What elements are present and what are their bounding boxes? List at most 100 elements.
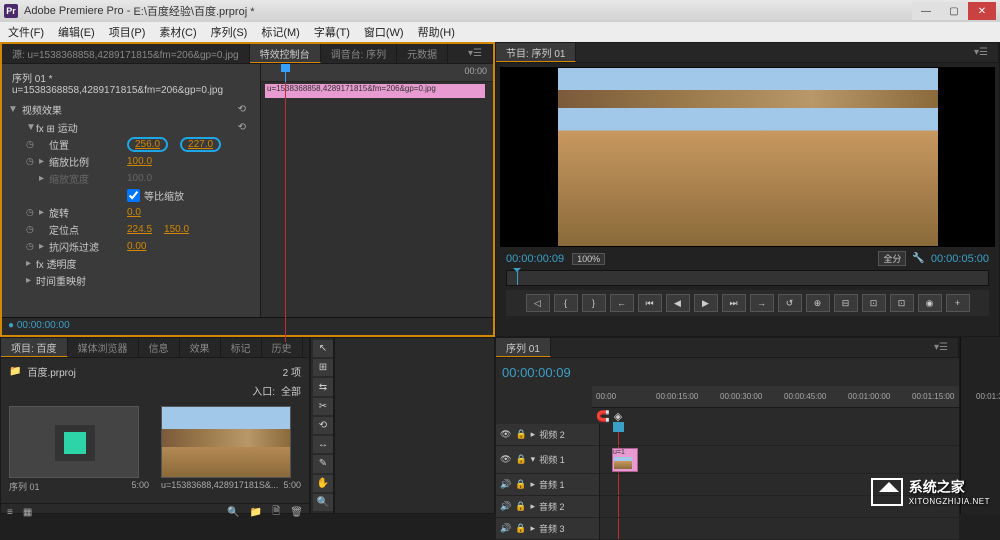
track-audio1-header[interactable]: 🔊🔒▸音频 1	[496, 474, 599, 496]
effect-tl-end: 00:00	[464, 66, 487, 76]
tab-history[interactable]: 历史	[262, 338, 303, 357]
new-bin-icon[interactable]: 📁	[250, 507, 262, 518]
menu-marker[interactable]: 标记(M)	[261, 24, 300, 40]
extract-button[interactable]: ⊟	[834, 294, 858, 312]
track-video2-header[interactable]: 👁🔒▸视频 2	[496, 424, 599, 446]
menu-clip[interactable]: 素材(C)	[159, 24, 196, 40]
intro-filter[interactable]: 全部	[281, 383, 301, 398]
tab-source[interactable]: 源: u=1538368858,4289171815&fm=206&gp=0.j…	[2, 44, 250, 63]
tab-project[interactable]: 项目: 百度	[1, 338, 68, 357]
track-audio3-header[interactable]: 🔊🔒▸音频 3	[496, 518, 599, 540]
track-select-tool[interactable]: ⊞	[313, 359, 333, 376]
tool-strip: ↖ ⊞ ⇆ ✂ ⟲ ↔ ✎ ✋ 🔍	[310, 337, 334, 514]
marker-icon[interactable]: ◈	[614, 410, 622, 422]
position-x[interactable]: 256.0	[127, 137, 168, 152]
reset-icon[interactable]: ⟲	[238, 122, 246, 133]
menu-file[interactable]: 文件(F)	[8, 24, 44, 40]
menu-project[interactable]: 项目(P)	[109, 24, 146, 40]
slip-tool[interactable]: ⟲	[313, 417, 333, 434]
trash-icon[interactable]: 🗑	[290, 507, 303, 518]
track-video2-lane[interactable]	[600, 424, 959, 446]
maximize-button[interactable]: ▢	[940, 2, 968, 20]
new-item-icon[interactable]: 🗎	[272, 504, 280, 521]
timeline-timecode[interactable]: 00:00:00:09	[502, 365, 571, 380]
program-video-display[interactable]	[500, 67, 995, 247]
close-button[interactable]: ✕	[968, 2, 996, 20]
track-audio2-header[interactable]: 🔊🔒▸音频 2	[496, 496, 599, 518]
go-to-in-button[interactable]: }	[582, 294, 606, 312]
settings-icon[interactable]: 🔧	[912, 253, 924, 264]
snapshot-button[interactable]: ◉	[918, 294, 942, 312]
position-y[interactable]: 227.0	[180, 137, 221, 152]
menu-help[interactable]: 帮助(H)	[418, 24, 455, 40]
reset-icon[interactable]: ⟲	[238, 104, 246, 115]
zoom-tool[interactable]: 🔍	[313, 494, 333, 511]
fit-dropdown[interactable]: 全分	[878, 251, 906, 266]
bin-item-image[interactable]: u=15383688,428917181S&...5:00	[161, 406, 301, 493]
tab-info[interactable]: 信息	[139, 338, 180, 357]
tab-audio-mixer[interactable]: 调音台: 序列	[321, 44, 398, 63]
icon-view-icon[interactable]: ▦	[23, 507, 32, 518]
timeline-clip[interactable]: u=1	[612, 448, 638, 472]
find-icon[interactable]: 🔍	[227, 507, 239, 518]
export-frame-button[interactable]: ⊡	[862, 294, 886, 312]
tab-effect-controls[interactable]: 特效控制台	[250, 44, 321, 63]
flicker-value[interactable]: 0.00	[127, 241, 146, 252]
menu-title[interactable]: 字幕(T)	[314, 24, 350, 40]
tab-markers[interactable]: 标记	[221, 338, 262, 357]
selection-tool[interactable]: ↖	[313, 340, 333, 357]
snap-icon[interactable]: 🧲	[596, 410, 610, 422]
next-button[interactable]: ⏭	[722, 294, 746, 312]
uniform-scale-checkbox[interactable]	[127, 189, 140, 202]
slide-tool[interactable]: ↔	[313, 436, 333, 453]
track-video1-lane[interactable]: u=1	[600, 446, 959, 474]
scale-value[interactable]: 100.0	[127, 156, 152, 167]
timeline-ruler[interactable]: 00:00 00:00:15:00 00:00:30:00 00:00:45:0…	[592, 386, 959, 408]
hand-tool[interactable]: ✋	[313, 475, 333, 492]
step-fwd-button[interactable]: →	[750, 294, 774, 312]
track-audio3-lane[interactable]	[600, 518, 959, 540]
razor-tool[interactable]: ✂	[313, 398, 333, 415]
list-view-icon[interactable]: ≡	[7, 507, 13, 518]
zoom-dropdown[interactable]: 100%	[572, 253, 605, 265]
tab-program[interactable]: 节目: 序列 01	[496, 43, 576, 62]
section-video-effects[interactable]: 视频效果	[22, 102, 62, 117]
tab-sequence[interactable]: 序列 01	[496, 338, 551, 357]
tab-media-browser[interactable]: 媒体浏览器	[68, 338, 139, 357]
fx-opacity[interactable]: 透明度	[47, 260, 77, 271]
program-timecode-current[interactable]: 00:00:00:09	[506, 253, 564, 265]
project-panel: 项目: 百度 媒体浏览器 信息 效果 标记 历史 📁 百度.prproj 2 项…	[0, 337, 310, 514]
loop-button[interactable]: ↺	[778, 294, 802, 312]
minimize-button[interactable]: —	[912, 2, 940, 20]
tab-metadata[interactable]: 元数据	[397, 44, 448, 63]
rotation-value[interactable]: 0.0	[127, 207, 141, 218]
step-back-button[interactable]: ←	[610, 294, 634, 312]
pen-tool[interactable]: ✎	[313, 455, 333, 472]
panel-menu-icon[interactable]: ▾☰	[458, 44, 493, 63]
bin-item-sequence[interactable]: 序列 015:00	[9, 406, 149, 493]
panel-menu-icon[interactable]: ▾☰	[964, 43, 999, 62]
play-button[interactable]: ▶	[694, 294, 718, 312]
program-scrubber[interactable]	[506, 270, 989, 286]
ripple-tool[interactable]: ⇆	[313, 378, 333, 395]
fx-time-remap[interactable]: 时间重映射	[36, 277, 86, 288]
lift-button[interactable]: ⊕	[806, 294, 830, 312]
menu-edit[interactable]: 编辑(E)	[58, 24, 95, 40]
panel-menu-icon[interactable]: ▾☰	[924, 338, 959, 357]
menu-sequence[interactable]: 序列(S)	[211, 24, 248, 40]
anchor-y[interactable]: 150.0	[164, 224, 189, 235]
prop-scale: 缩放比例	[49, 154, 127, 169]
mark-in-button[interactable]: ◁	[526, 294, 550, 312]
menu-window[interactable]: 窗口(W)	[364, 24, 404, 40]
play-reverse-button[interactable]: ◀	[666, 294, 690, 312]
anchor-x[interactable]: 224.5	[127, 224, 152, 235]
prev-button[interactable]: ⏮	[638, 294, 662, 312]
mark-out-button[interactable]: {	[554, 294, 578, 312]
add-button[interactable]: +	[946, 294, 970, 312]
effect-clip-bar[interactable]: u=1538368858,4289171815&fm=206&gp=0.jpg	[265, 84, 485, 98]
effect-timeline[interactable]: 00:00 u=1538368858,4289171815&fm=206&gp=…	[260, 64, 493, 317]
track-video1-header[interactable]: 👁🔒▾视频 1	[496, 446, 599, 474]
fx-motion[interactable]: 运动	[58, 124, 78, 135]
tab-effects-lib[interactable]: 效果	[180, 338, 221, 357]
safe-margins-button[interactable]: ⊡	[890, 294, 914, 312]
